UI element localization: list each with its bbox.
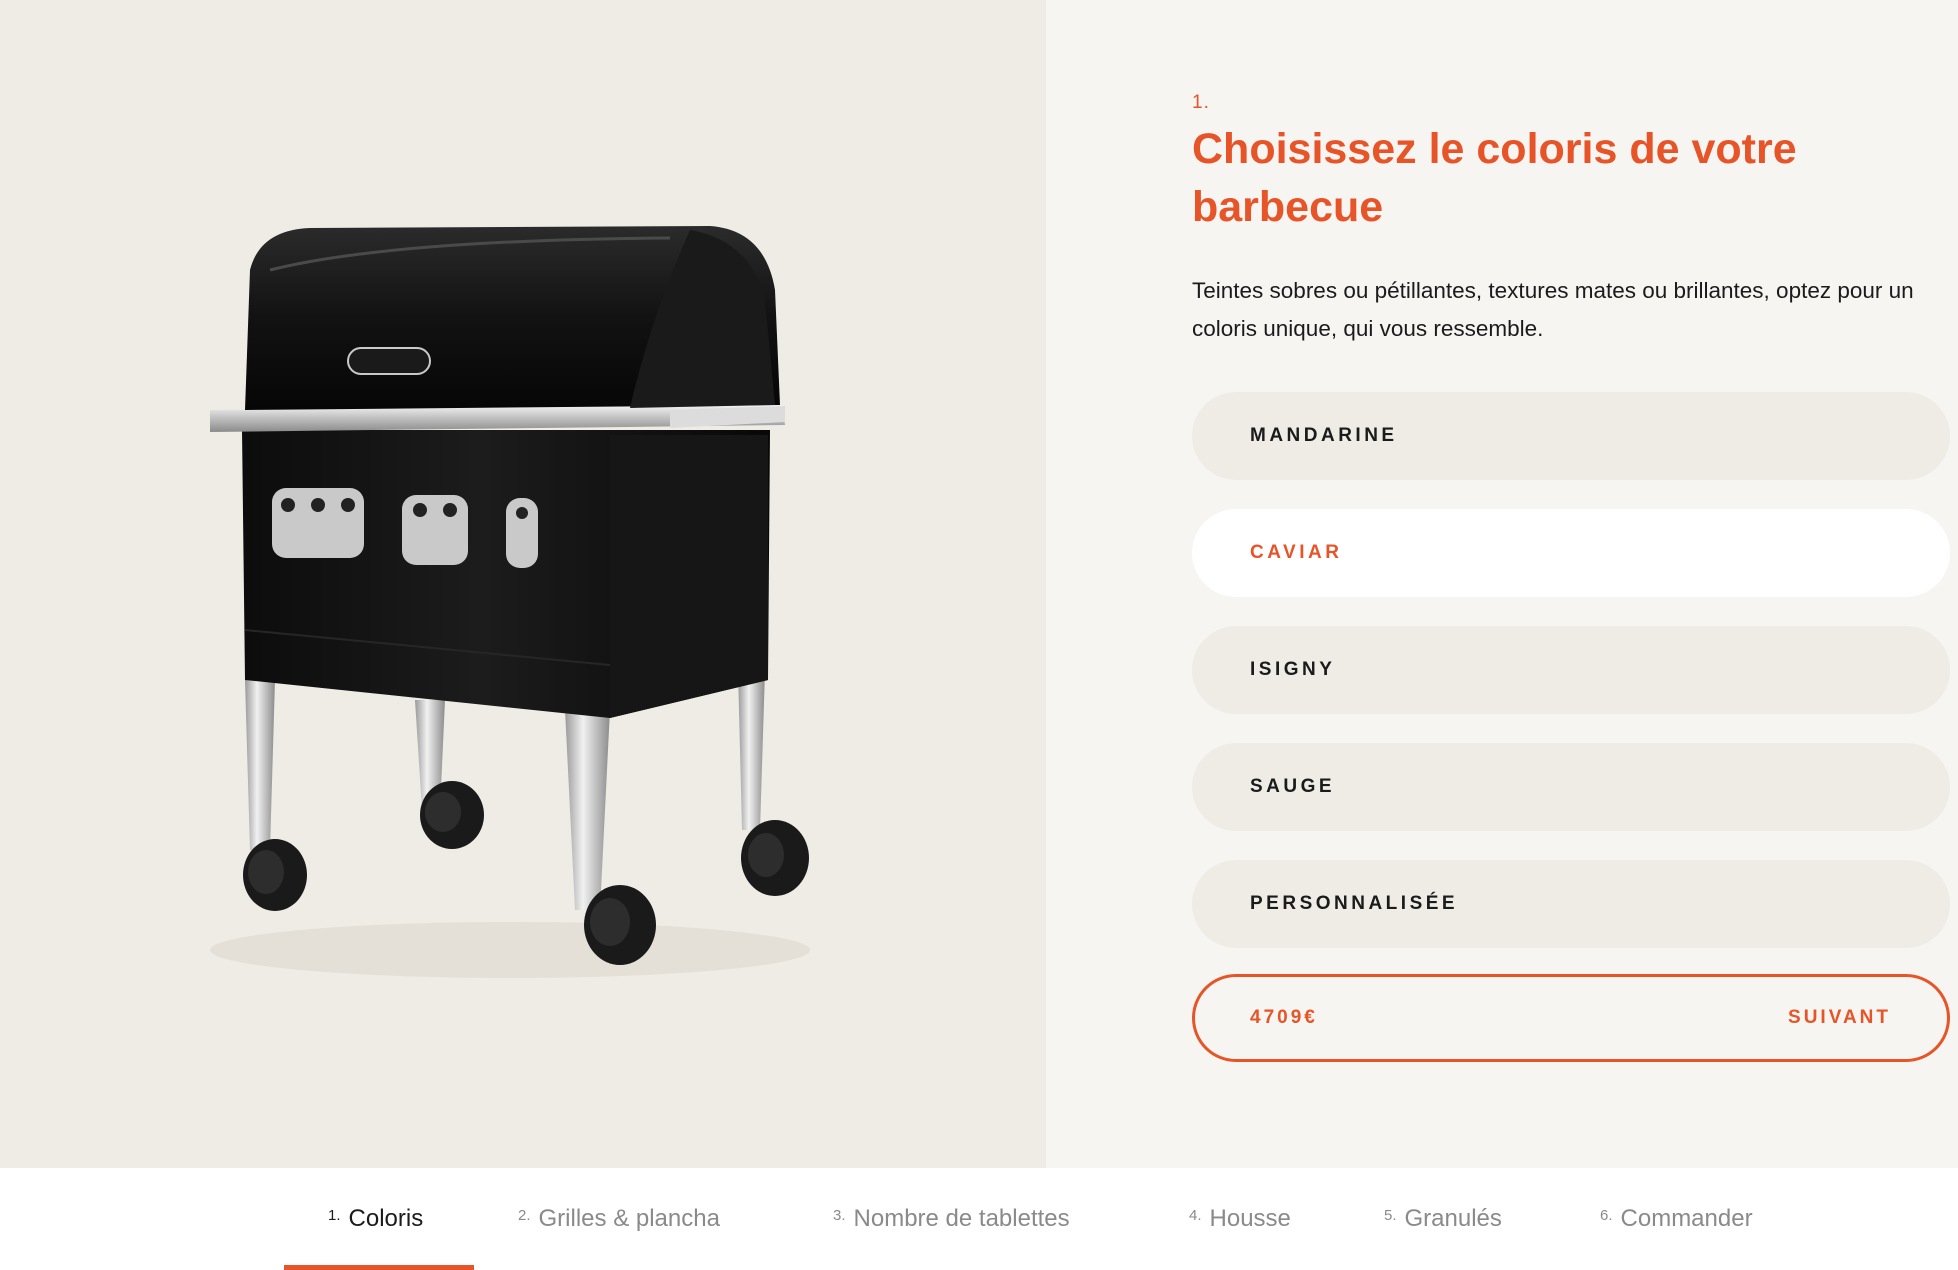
color-option-isigny[interactable]: ISIGNY (1192, 626, 1950, 714)
tab-nombre-tablettes[interactable]: 3. Nombre de tablettes (833, 1168, 1070, 1270)
option-label: ISIGNY (1250, 659, 1336, 680)
color-option-personnalisee[interactable]: PERSONNALISÉE (1192, 860, 1950, 948)
tab-number: 4. (1189, 1206, 1202, 1224)
tab-label: Coloris (348, 1205, 424, 1232)
color-option-mandarine[interactable]: MANDARINE (1192, 392, 1950, 480)
tab-label: Grilles & plancha (538, 1205, 720, 1232)
page-title: Choisissez le coloris de votre barbecue (1192, 125, 1797, 231)
color-option-caviar[interactable]: CAVIAR (1192, 509, 1950, 597)
tab-number: 2. (518, 1206, 531, 1224)
next-label: SUIVANT (1788, 1007, 1891, 1028)
option-label: MANDARINE (1250, 425, 1398, 446)
step-number: 1. (1192, 92, 1210, 113)
color-options: MANDARINE CAVIAR ISIGNY SAUGE PERSONNALI… (1192, 392, 1950, 977)
step-description: Teintes sobres ou pétillantes, textures … (1192, 278, 1914, 341)
step-navigation: 1. Coloris 2. Grilles & plancha 3. Nombr… (0, 1168, 1958, 1270)
tab-grilles-plancha[interactable]: 2. Grilles & plancha (518, 1168, 720, 1270)
configurator-panel: 1. Choisissez le coloris de votre barbec… (1046, 0, 1958, 1168)
tab-label: Granulés (1404, 1205, 1502, 1232)
option-label: SAUGE (1250, 776, 1336, 797)
color-option-sauge[interactable]: SAUGE (1192, 743, 1950, 831)
active-tab-indicator (284, 1265, 474, 1270)
tab-commander[interactable]: 6. Commander (1600, 1168, 1753, 1270)
price-total: 4709€ (1250, 1007, 1318, 1028)
tab-number: 5. (1384, 1206, 1397, 1224)
next-step-button[interactable]: 4709€ SUIVANT (1192, 974, 1950, 1062)
tab-label: Nombre de tablettes (853, 1205, 1070, 1232)
tab-number: 1. (328, 1206, 341, 1224)
product-image-panel (0, 0, 1046, 1168)
tab-label: Housse (1209, 1205, 1291, 1232)
tab-coloris[interactable]: 1. Coloris (328, 1168, 423, 1270)
tab-number: 3. (833, 1206, 846, 1224)
option-label: PERSONNALISÉE (1250, 893, 1459, 914)
barbecue-image (210, 226, 810, 978)
tab-granules[interactable]: 5. Granulés (1384, 1168, 1502, 1270)
tab-housse[interactable]: 4. Housse (1189, 1168, 1291, 1270)
tab-label: Commander (1620, 1205, 1753, 1232)
tab-number: 6. (1600, 1206, 1613, 1224)
option-label: CAVIAR (1250, 542, 1343, 563)
